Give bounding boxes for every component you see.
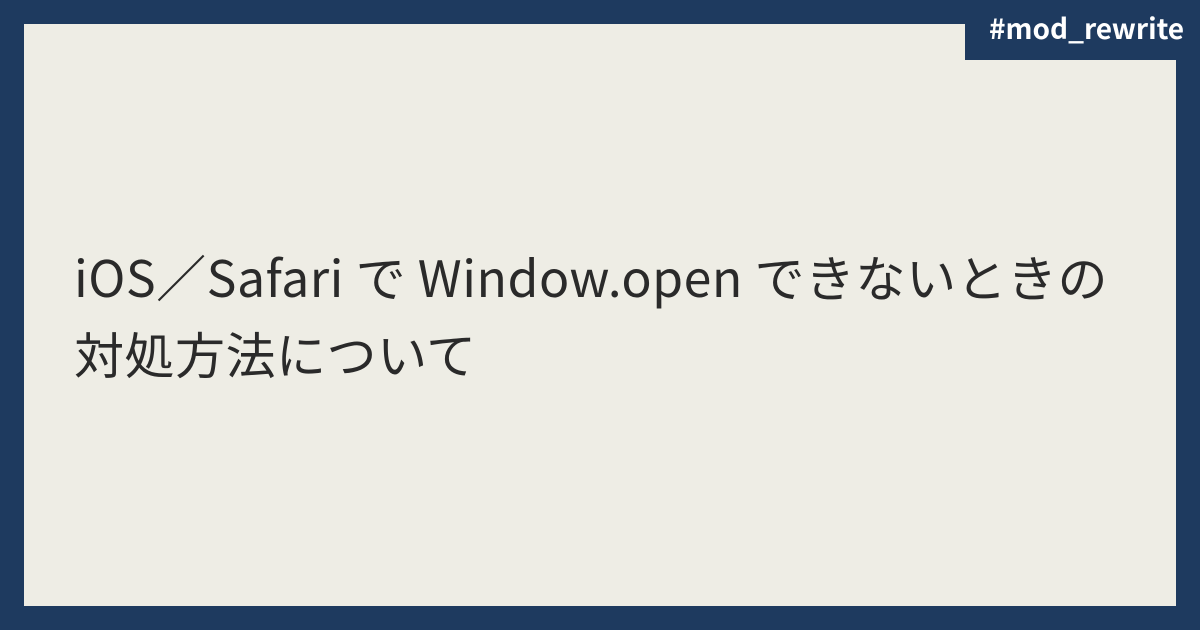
hashtag-badge: #mod_rewrite [965,0,1200,60]
hashtag-text: #mod_rewrite [989,8,1184,48]
article-title: iOS／Safari で Window.open できないときの対処方法について [74,238,1126,393]
content-area: iOS／Safari で Window.open できないときの対処方法について [24,24,1176,606]
